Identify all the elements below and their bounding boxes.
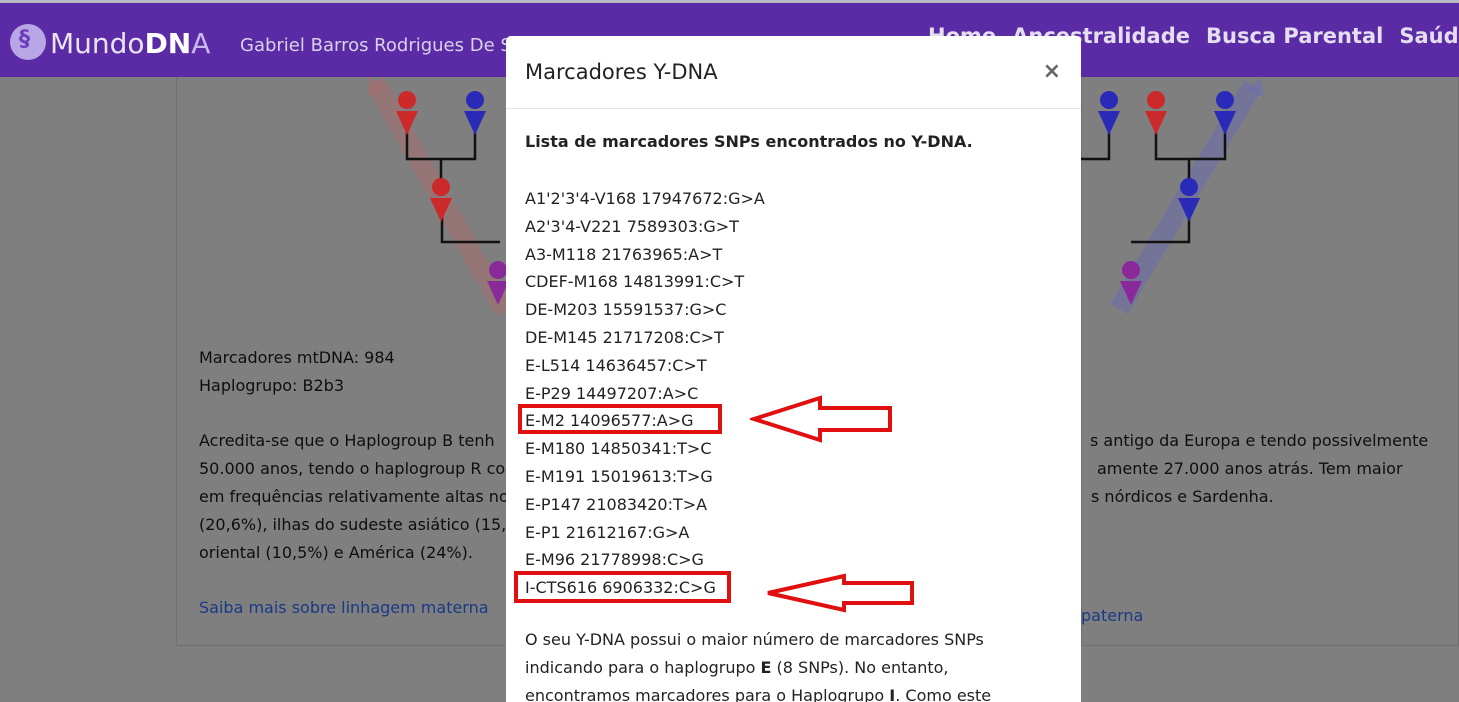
marker-item: E-P1 21612167:G>A	[525, 522, 690, 542]
male-figure-icon	[1098, 91, 1120, 135]
paternal-text-line: amente 27.000 anos atrás. Tem maior	[1097, 459, 1403, 478]
marker-item: DE-M203 15591537:G>C	[525, 300, 727, 320]
marker-item: CDEF-M168 14813991:C>T	[525, 272, 745, 292]
maternal-text-line: oriental (10,5%) e América (24%).	[199, 543, 473, 562]
maternal-text-line: Acredita-se que o Haplogroup B tenh	[199, 431, 495, 450]
marker-item: E-M191 15019613:T>G	[525, 466, 713, 486]
marker-item: A3-M118 21763965:A>T	[525, 244, 723, 264]
highlight-box-i-cts616	[514, 571, 731, 603]
paternal-text-line: s nórdicos e Sardenha.	[1091, 487, 1274, 506]
nav-busca-parental[interactable]: Busca Parental	[1206, 24, 1383, 48]
marker-item: A2'3'4-V221 7589303:G>T	[525, 216, 739, 236]
dna-logo-icon[interactable]: §	[10, 24, 46, 60]
modal-lead-text: Lista de marcadores SNPs encontrados no …	[525, 132, 973, 151]
maternal-text-line: (20,6%), ilhas do sudeste asiático (15,5	[199, 515, 517, 534]
paternal-lineage-link[interactable]: paterna	[1081, 606, 1143, 625]
male-figure-icon	[464, 91, 486, 135]
maternal-text-line: 50.000 anos, tendo o haplogroup R co	[199, 459, 506, 478]
paternal-text-line: s antigo da Europa e tendo possivelmente	[1090, 431, 1429, 450]
paternal-lineage-tree	[1081, 77, 1264, 315]
marker-item: E-P147 21083420:T>A	[525, 494, 708, 514]
marker-item: E-L514 14636457:C>T	[525, 355, 707, 375]
modal-summary-text: O seu Y-DNA possui o maior número de mar…	[525, 630, 992, 702]
snp-marker-list: A1'2'3'4-V168 17947672:G>A A2'3'4-V221 7…	[525, 185, 765, 602]
left-arrow-icon	[750, 395, 892, 443]
left-arrow-icon	[767, 573, 914, 613]
close-icon[interactable]: ×	[1043, 59, 1061, 84]
brand-logo[interactable]: MundoDNA	[50, 27, 210, 60]
maternal-text-line: em frequências relativamente altas no	[199, 487, 509, 506]
marker-item: E-M180 14850341:T>C	[525, 439, 712, 459]
marker-item: DE-M145 21717208:C>T	[525, 327, 724, 347]
highlight-box-e-m2	[518, 404, 722, 434]
modal-header: Marcadores Y-DNA ×	[506, 36, 1081, 109]
user-name: Gabriel Barros Rodrigues De S	[240, 35, 512, 56]
marker-item: E-M96 21778998:C>G	[525, 550, 704, 570]
maternal-lineage-tree	[366, 77, 510, 317]
maternal-haplogroup: Haplogrupo: B2b3	[199, 376, 345, 395]
maternal-lineage-link[interactable]: Saiba mais sobre linhagem materna	[199, 598, 489, 617]
marker-item: A1'2'3'4-V168 17947672:G>A	[525, 189, 765, 208]
modal-title: Marcadores Y-DNA	[525, 60, 718, 84]
female-figure-icon	[1145, 91, 1167, 135]
mtdna-markers: Marcadores mtDNA: 984	[199, 348, 395, 367]
nav-saude[interactable]: Saúde	[1399, 24, 1459, 48]
